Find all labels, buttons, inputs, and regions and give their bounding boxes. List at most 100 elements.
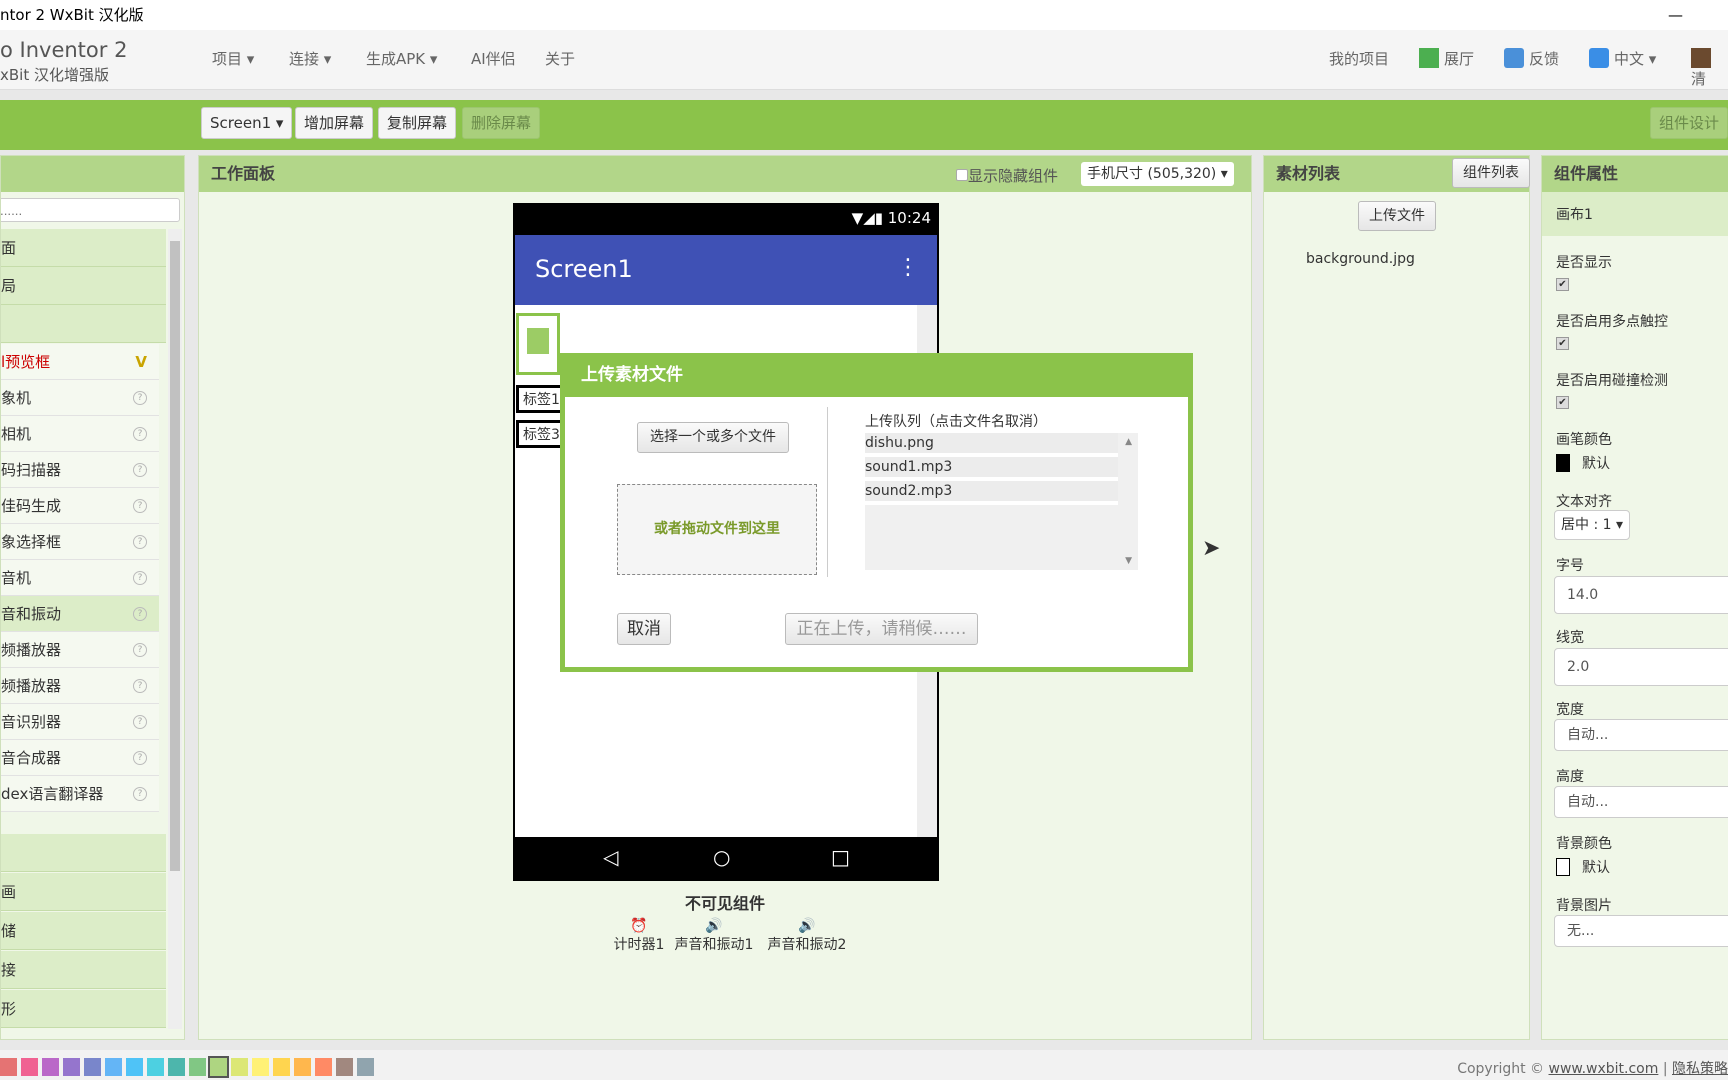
- palette-item[interactable]: 码扫描器?: [1, 452, 159, 488]
- palette-item[interactable]: 频播放器?: [1, 668, 159, 704]
- uploading-button[interactable]: 正在上传，请稍候……: [785, 613, 978, 645]
- delete-screen-button[interactable]: 删除屏幕: [462, 107, 541, 139]
- image-sprite-icon[interactable]: [516, 313, 560, 375]
- collision-checkbox[interactable]: ✔: [1556, 396, 1569, 409]
- palette-item[interactable]: 频播放器?: [1, 632, 159, 668]
- copy-screen-button[interactable]: 复制屏幕: [378, 107, 457, 139]
- bg-color-picker[interactable]: 默认: [1556, 857, 1610, 877]
- palette-item[interactable]: 音和振动?: [1, 596, 159, 632]
- queue-item[interactable]: sound2.mp3: [865, 481, 1118, 505]
- palette-category[interactable]: 接: [1, 951, 166, 989]
- palette-category[interactable]: 面: [1, 229, 166, 267]
- gallery-link[interactable]: 展厅: [1419, 48, 1474, 69]
- queue-item[interactable]: dishu.png: [865, 433, 1118, 457]
- menu-build-apk[interactable]: 生成APK ▾: [366, 48, 437, 69]
- my-projects-link[interactable]: 我的项目: [1329, 48, 1389, 69]
- wxbit-link[interactable]: www.wxbit.com: [1549, 1061, 1659, 1077]
- help-icon[interactable]: ?: [133, 607, 147, 621]
- scroll-up-icon[interactable]: ▲: [1125, 437, 1132, 447]
- nonvisible-timer[interactable]: ⏰ 计时器1: [604, 918, 674, 954]
- color-swatch[interactable]: [168, 1058, 185, 1076]
- font-size-input[interactable]: 14.0: [1554, 576, 1728, 614]
- palette-category[interactable]: 局: [1, 267, 166, 305]
- color-swatch[interactable]: [231, 1058, 248, 1076]
- palette-item[interactable]: 音机?: [1, 560, 159, 596]
- color-swatch[interactable]: [0, 1058, 17, 1076]
- upload-queue-list[interactable]: dishu.png sound1.mp3 sound2.mp3 ▲ ▼: [865, 433, 1138, 570]
- minimize-icon[interactable]: —: [1668, 0, 1683, 30]
- drop-zone[interactable]: 或者拖动文件到这里: [617, 484, 817, 575]
- help-icon[interactable]: ?: [133, 715, 147, 729]
- scroll-down-icon[interactable]: ▼: [1125, 556, 1132, 566]
- privacy-link[interactable]: 隐私策略: [1672, 1061, 1728, 1077]
- height-input[interactable]: 自动...: [1554, 786, 1728, 818]
- palette-item[interactable]: dex语言翻译器?: [1, 776, 159, 812]
- asset-file[interactable]: background.jpg: [1306, 251, 1415, 267]
- color-swatch[interactable]: [357, 1058, 374, 1076]
- palette-category-media[interactable]: [1, 305, 166, 343]
- width-input[interactable]: 自动...: [1554, 719, 1728, 751]
- color-swatch[interactable]: [189, 1058, 206, 1076]
- show-hidden-checkbox[interactable]: 显示隐藏组件: [956, 165, 1058, 186]
- components-list-button[interactable]: 组件列表: [1452, 158, 1530, 188]
- cancel-button[interactable]: 取消: [617, 613, 671, 645]
- color-swatch[interactable]: [273, 1058, 290, 1076]
- color-swatch[interactable]: [21, 1058, 38, 1076]
- menu-ai-companion[interactable]: AI伴侣: [471, 48, 516, 69]
- add-screen-button[interactable]: 增加屏幕: [295, 107, 374, 139]
- palette-item[interactable]: 音识别器?: [1, 704, 159, 740]
- color-swatch[interactable]: [294, 1058, 311, 1076]
- palette-search-input[interactable]: [1, 198, 180, 222]
- line-width-input[interactable]: 2.0: [1554, 648, 1728, 686]
- palette-category[interactable]: [1, 834, 166, 872]
- phone-size-select[interactable]: 手机尺寸 (505,320) ▾: [1081, 162, 1234, 186]
- palette-scrollbar[interactable]: [168, 229, 182, 1029]
- help-icon[interactable]: ?: [133, 571, 147, 585]
- upload-file-button[interactable]: 上传文件: [1358, 201, 1436, 231]
- palette-item[interactable]: l预览框 V: [1, 344, 159, 380]
- language-menu[interactable]: 中文 ▾: [1589, 48, 1656, 69]
- queue-item[interactable]: sound1.mp3: [865, 457, 1118, 481]
- palette-item[interactable]: 象选择框?: [1, 524, 159, 560]
- palette-item[interactable]: 佳码生成?: [1, 488, 159, 524]
- nonvisible-sound1[interactable]: 🔊 声音和振动1: [669, 918, 759, 954]
- help-icon[interactable]: ?: [133, 463, 147, 477]
- palette-item[interactable]: 象机?: [1, 380, 159, 416]
- palette-category[interactable]: 储: [1, 912, 166, 950]
- checkbox[interactable]: [956, 169, 968, 181]
- color-swatch[interactable]: [42, 1058, 59, 1076]
- choose-files-button[interactable]: 选择一个或多个文件: [637, 422, 789, 453]
- user-menu[interactable]: 清: [1691, 48, 1728, 89]
- paint-color-picker[interactable]: 默认: [1556, 453, 1610, 473]
- help-icon[interactable]: ?: [133, 679, 147, 693]
- color-swatch[interactable]: [63, 1058, 80, 1076]
- color-swatch[interactable]: [315, 1058, 332, 1076]
- nonvisible-sound2[interactable]: 🔊 声音和振动2: [762, 918, 852, 954]
- color-swatch[interactable]: [84, 1058, 101, 1076]
- help-icon[interactable]: ?: [133, 427, 147, 441]
- help-icon[interactable]: ?: [133, 787, 147, 801]
- menu-connect[interactable]: 连接 ▾: [289, 48, 331, 69]
- palette-item[interactable]: 相机?: [1, 416, 159, 452]
- multitouch-checkbox[interactable]: ✔: [1556, 337, 1569, 350]
- screen-select[interactable]: Screen1 ▾: [201, 107, 293, 139]
- palette-category[interactable]: 画: [1, 873, 166, 911]
- bg-image-input[interactable]: 无...: [1554, 915, 1728, 947]
- menu-about[interactable]: 关于: [545, 48, 575, 69]
- feedback-link[interactable]: 反馈: [1504, 48, 1559, 69]
- help-icon[interactable]: ?: [133, 643, 147, 657]
- help-icon[interactable]: ?: [133, 499, 147, 513]
- color-swatch[interactable]: [208, 1056, 229, 1078]
- color-swatch[interactable]: [147, 1058, 164, 1076]
- color-swatch[interactable]: [105, 1058, 122, 1076]
- help-icon[interactable]: ?: [133, 751, 147, 765]
- palette-item[interactable]: 音合成器?: [1, 740, 159, 776]
- color-swatch[interactable]: [336, 1058, 353, 1076]
- palette-category[interactable]: 形: [1, 990, 166, 1028]
- help-icon[interactable]: ?: [133, 535, 147, 549]
- color-swatch[interactable]: [252, 1058, 269, 1076]
- text-align-select[interactable]: 居中 : 1 ▾: [1554, 510, 1631, 540]
- help-icon[interactable]: ?: [133, 391, 147, 405]
- color-swatch[interactable]: [126, 1058, 143, 1076]
- designer-button[interactable]: 组件设计: [1650, 107, 1728, 139]
